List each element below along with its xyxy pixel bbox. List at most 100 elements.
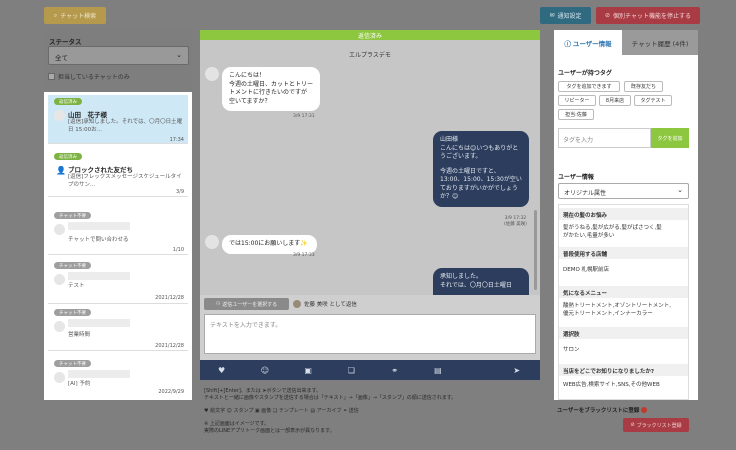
message-time: 3/9 17:32 (佐藤 美咲) — [504, 216, 527, 227]
chevron-down-icon: ⌄ — [176, 51, 182, 59]
template-icon[interactable]: ❏ — [330, 366, 373, 375]
name-placeholder — [68, 370, 130, 378]
blacklist-button[interactable]: ⊘ ブラックリスト登録 — [623, 418, 689, 432]
room-name: エルプラスデモ — [349, 52, 391, 59]
message-time: 3/9 17:31 — [293, 114, 315, 119]
help-icon — [641, 407, 648, 413]
tag-chip[interactable]: タグテスト — [634, 95, 672, 106]
item-preview: [返信]フレックスメッセージスケジュールタイプのサン... — [68, 174, 182, 188]
chat-messages[interactable]: エルプラスデモ こんにちは！ 今週の土曜日、カットとトリー トメントに行きたいの… — [200, 40, 540, 295]
attr-question: 普段使用する店舗 — [559, 247, 688, 259]
notification-settings-button[interactable]: ✉ 通知設定 — [540, 7, 591, 24]
item-date: 2022/9/29 — [158, 389, 184, 395]
tags-heading: ユーザーが持つタグ — [558, 70, 612, 77]
name-placeholder — [68, 319, 130, 327]
avatar — [54, 224, 65, 235]
item-preview: チャットで問い合わせる — [68, 237, 129, 243]
tag-chip[interactable]: 担当:佐藤 — [558, 109, 594, 120]
chat-scrollbar[interactable] — [534, 210, 537, 290]
list-item[interactable]: チャット不要 テスト 2021/12/28 — [48, 259, 188, 304]
checkbox-box — [48, 73, 55, 80]
person-icon: 👤 — [56, 166, 66, 175]
list-item[interactable]: チャット不要 チャットで問い合わせる 1/10 — [48, 209, 188, 255]
status-badge: チャット不要 — [54, 212, 91, 219]
tag-chip[interactable]: 8月来店 — [599, 95, 631, 106]
item-preview: 営業時間 — [68, 332, 91, 338]
avatar — [293, 300, 301, 308]
item-preview: [返信]承知しました。それでは、〇月〇日土曜日 15:00お... — [68, 119, 183, 133]
tab-user-info[interactable]: ⓘ ユーザー情報 — [554, 30, 622, 55]
archive-icon[interactable]: ▤ — [416, 366, 459, 375]
status-badge: 返信済み — [54, 153, 82, 160]
attr-question: 気になるメニュー — [559, 286, 688, 298]
send-icon[interactable]: ➤ — [460, 366, 541, 375]
item-date: 3/9 — [175, 189, 184, 195]
outgoing-message: 山田様 こんにちは😊いつもありがと うございます。 今週の土曜日ですと、 13:… — [433, 131, 529, 207]
tag-chip[interactable]: 既存友だち — [624, 81, 663, 92]
status-label: ステータス — [49, 38, 82, 46]
heart-icon[interactable]: ♥ — [200, 366, 243, 375]
status-badge: チャット不要 — [54, 360, 91, 367]
attribute-list: 現在の髪のお悩み 髪がうねる,髪が広がる,髪がぱさつく,髪 がかたい,毛量が多い… — [558, 204, 689, 400]
message-time: 3/9 17:33 — [293, 253, 315, 258]
list-item[interactable]: 返信済み 👤 ブロックされた友だち [返信]フレックスメッセージスケジュールタイ… — [48, 150, 188, 197]
attr-answer: 髪がうねる,髪が広がる,髪がぱさつく,髪 がかたい,毛量が多い — [563, 225, 662, 239]
item-date: 2021/12/28 — [155, 343, 184, 349]
tag-chip[interactable]: タグを追加できます — [558, 81, 620, 92]
help-text: [Shift]+[Enter]、または ➤ボタンで送信出来ます。 テキストと一緒… — [204, 388, 457, 434]
avatar — [205, 235, 219, 249]
item-date: 1/10 — [172, 247, 184, 253]
attr-answer: 酸熱トリートメント,オゾントリートメント, 優元トリートメント,インナーカラー — [563, 303, 671, 317]
avatar — [205, 67, 219, 81]
send-as-label: 佐藤 美咲 として返信 — [293, 300, 357, 308]
avatar — [54, 372, 65, 383]
status-badge: チャット不要 — [54, 309, 91, 316]
attr-answer: DEMO 札幌駅前店 — [563, 267, 610, 273]
image-icon[interactable]: ▣ — [287, 366, 330, 375]
ban-icon: ⊘ — [630, 422, 635, 428]
attr-question: 当店をどこでお知りになりましたか? — [559, 364, 688, 376]
attr-answer: WEB広告,検索サイト,SNS,その他WEB — [563, 382, 660, 388]
status-badge: 返信済み — [54, 98, 82, 105]
name-placeholder — [68, 222, 130, 230]
name-placeholder — [68, 272, 130, 280]
composer: ⚇ 返信ユーザーを選択する 佐藤 美咲 として返信 テキストを入力できます。 — [200, 295, 540, 360]
chat-status-header: 返信済み — [200, 30, 540, 40]
incoming-message: こんにちは！ 今週の土曜日、カットとトリー トメントに行きたいのですが 空いてま… — [222, 67, 320, 111]
message-input[interactable]: テキストを入力できます。 — [204, 314, 536, 354]
user-info-heading: ユーザー情報 — [558, 174, 594, 181]
list-item[interactable]: 返信済み 山田 花子様 [返信]承知しました。それでは、〇月〇日土曜日 15:0… — [48, 95, 188, 144]
tag-chip[interactable]: リピーター — [558, 95, 596, 106]
list-item[interactable]: チャット不要 営業時間 2021/12/28 — [48, 306, 188, 351]
info-icon: ⓘ — [564, 39, 571, 48]
chat-list: 返信済み 山田 花子様 [返信]承知しました。それでは、〇月〇日土曜日 15:0… — [44, 92, 192, 400]
search-icon: ⌕ — [53, 11, 58, 19]
item-date: 2021/12/28 — [155, 295, 184, 301]
status-select[interactable]: 全て ⌄ — [48, 46, 189, 65]
avatar — [54, 321, 65, 332]
avatar — [54, 110, 65, 121]
attribute-select[interactable]: オリジナル属性 ⌄ — [558, 183, 689, 199]
attr-question: 現在の髪のお悩み — [559, 208, 688, 220]
user-icon: ⚇ — [215, 301, 221, 307]
blacklist-label: ユーザーをブラックリストに登録 — [557, 406, 648, 414]
tab-chat-history[interactable]: チャット履歴 (4件) — [622, 30, 698, 55]
bell-icon: ✉ — [549, 12, 555, 19]
own-chats-checkbox[interactable]: 担当しているチャットのみ — [48, 72, 130, 81]
list-item[interactable]: チャット不要 [AI] 予約 2022/9/29 — [48, 357, 188, 397]
chat-search-button[interactable]: ⌕ チャット検索 — [44, 7, 106, 24]
composer-toolbar: ♥ ☺ ▣ ❏ ⚭ ▤ ➤ — [200, 360, 540, 380]
link-icon[interactable]: ⚭ — [373, 366, 416, 375]
tag-input[interactable]: タグを入力 — [558, 128, 651, 148]
avatar — [54, 274, 65, 285]
attr-answer: サロン — [563, 347, 580, 353]
user-info-panel: ユーザーが持つタグ タグを追加できます 既存友だち リピーター 8月来店 タグテ… — [554, 55, 698, 400]
item-preview: テスト — [68, 283, 85, 289]
incoming-message: では15:00にお願いします✨ — [222, 235, 317, 254]
ban-icon: ⊘ — [605, 12, 611, 19]
sticker-icon[interactable]: ☺ — [243, 366, 286, 375]
item-preview: [AI] 予約 — [68, 381, 91, 387]
select-reply-user-button[interactable]: ⚇ 返信ユーザーを選択する — [204, 298, 289, 310]
add-tag-button[interactable]: タグを追加 — [651, 128, 689, 148]
stop-chat-button[interactable]: ⊘ 個別チャット機能を停止する — [596, 7, 700, 24]
